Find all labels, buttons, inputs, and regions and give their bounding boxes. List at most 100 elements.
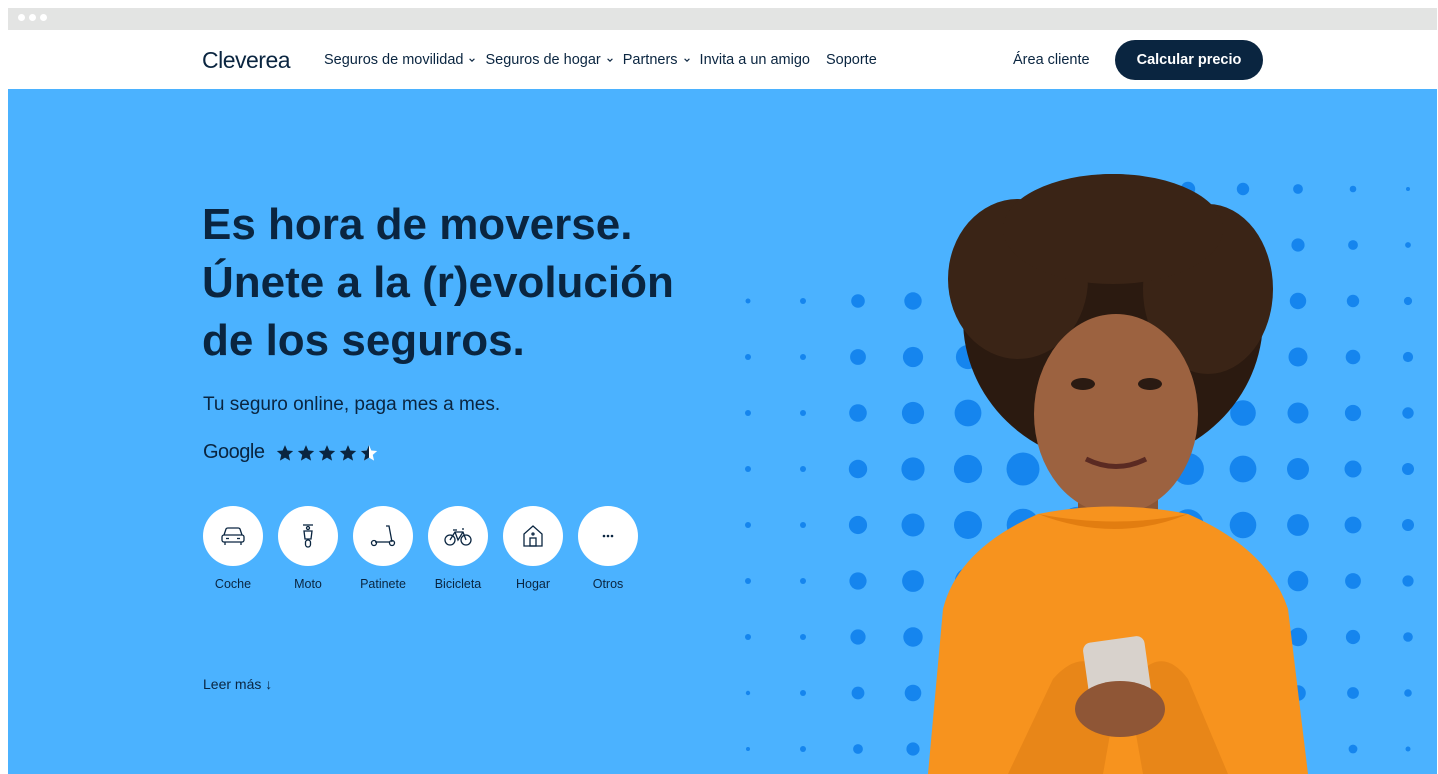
category-hogar[interactable]: Hogar: [503, 506, 563, 591]
pattern-dot: [851, 686, 865, 700]
google-rating: Google: [203, 441, 379, 464]
bicycle-icon: [444, 528, 472, 546]
category-circle[interactable]: [578, 506, 638, 566]
category-patinete[interactable]: Patinete: [353, 506, 413, 591]
menu-label: Soporte: [825, 52, 877, 68]
main-menu: Seguros de movilidad Seguros de hogar Pa…: [324, 52, 893, 68]
star-icon: [276, 444, 293, 461]
pattern-dot: [800, 690, 806, 696]
pattern-dot: [850, 629, 866, 645]
rating-stars: [275, 443, 379, 463]
category-circle[interactable]: [203, 506, 263, 566]
star-icon: [297, 444, 314, 461]
pattern-dot: [850, 349, 866, 365]
category-bicicleta[interactable]: Bicicleta: [428, 506, 488, 591]
category-label: Bicicleta: [434, 577, 482, 591]
category-label: Patinete: [360, 577, 406, 591]
category-label: Hogar: [515, 577, 551, 591]
window-controls: [18, 14, 47, 21]
pattern-dot: [1345, 629, 1361, 645]
category-circle[interactable]: [278, 506, 338, 566]
car-icon: [221, 527, 245, 545]
pattern-dot: [848, 459, 868, 479]
pattern-dot: [745, 410, 751, 416]
pattern-dot: [1402, 575, 1414, 587]
browser-frame: Cleverea Seguros de movilidad Seguros de…: [8, 8, 1437, 774]
google-label: Google: [203, 441, 265, 463]
chevron-down-icon: [606, 58, 613, 62]
pattern-dot: [1348, 744, 1358, 754]
hero-section: Es hora de moverse. Únete a la (r)evoluc…: [8, 89, 1437, 774]
pattern-dot: [1346, 294, 1360, 308]
pattern-dot: [745, 522, 751, 528]
pattern-dot: [745, 690, 751, 696]
menu-label: Invita a un amigo: [699, 52, 810, 68]
pattern-dot: [1345, 573, 1361, 589]
pattern-dot: [800, 354, 806, 360]
pattern-dot: [1402, 463, 1414, 475]
menu-label: Seguros de hogar: [485, 52, 601, 68]
category-circle[interactable]: [503, 506, 563, 566]
pattern-dot: [1402, 519, 1414, 531]
more-dots-icon: [602, 534, 614, 538]
category-coche[interactable]: Coche: [203, 506, 263, 591]
pattern-dot: [1348, 240, 1358, 250]
pattern-dot: [745, 634, 751, 640]
scooter-icon: [303, 524, 313, 548]
chevron-down-icon: [469, 58, 476, 62]
pattern-dot: [1403, 296, 1413, 306]
category-moto[interactable]: Moto: [278, 506, 338, 591]
pattern-dot: [1344, 516, 1362, 534]
insurance-categories: Coche Moto Patinete Bicicleta Hogar Otro…: [203, 506, 638, 591]
woman-with-phone-photo: [928, 174, 1308, 774]
menu-seguros-movilidad[interactable]: Seguros de movilidad: [324, 52, 476, 68]
star-icon: [318, 444, 335, 461]
calculate-price-button[interactable]: Calcular precio: [1115, 40, 1263, 80]
pattern-dot: [1405, 746, 1411, 752]
menu-seguros-hogar[interactable]: Seguros de hogar: [485, 52, 613, 68]
category-label: Coche: [214, 577, 252, 591]
pattern-dot: [800, 298, 806, 304]
pattern-dot: [800, 410, 806, 416]
pattern-dot: [849, 572, 867, 590]
menu-soporte[interactable]: Soporte: [826, 52, 877, 68]
client-area-link[interactable]: Área cliente: [1013, 52, 1090, 68]
pattern-dot: [1349, 185, 1357, 193]
pattern-dot: [800, 634, 806, 640]
headline-line: de los seguros.: [202, 316, 525, 365]
top-navigation: Cleverea Seguros de movilidad Seguros de…: [8, 30, 1437, 89]
pattern-dot: [1406, 187, 1410, 191]
category-otros[interactable]: Otros: [578, 506, 638, 591]
menu-partners[interactable]: Partners: [623, 52, 691, 68]
pattern-dot: [848, 515, 868, 535]
pattern-dot: [800, 522, 806, 528]
cleverea-logo[interactable]: Cleverea: [202, 47, 291, 74]
hero-subtitle: Tu seguro online, paga mes a mes.: [203, 394, 501, 415]
kick-scooter-icon: [370, 525, 396, 547]
pattern-dot: [1405, 242, 1411, 248]
menu-invita-amigo[interactable]: Invita a un amigo: [700, 52, 810, 68]
headline-line: Es hora de moverse.: [202, 200, 633, 249]
pattern-dot: [1344, 404, 1362, 422]
house-icon: [523, 525, 543, 547]
pattern-dot: [1402, 407, 1414, 419]
category-circle[interactable]: [428, 506, 488, 566]
menu-label: Seguros de movilidad: [324, 52, 464, 68]
pattern-dot: [853, 744, 863, 754]
headline-line: Únete a la (r)evolución: [202, 258, 674, 307]
pattern-dot: [800, 746, 806, 752]
hero-headline: Es hora de moverse. Únete a la (r)evoluc…: [202, 196, 762, 370]
pattern-dot: [745, 578, 751, 584]
window-chrome: [8, 8, 1437, 30]
category-label: Otros: [592, 577, 624, 591]
category-circle[interactable]: [353, 506, 413, 566]
chevron-down-icon: [683, 58, 690, 62]
read-more-link[interactable]: Leer más ↓: [203, 676, 272, 692]
pattern-dot: [1345, 349, 1361, 365]
pattern-dot: [800, 578, 806, 584]
half-star-icon: [360, 444, 377, 461]
pattern-dot: [746, 747, 750, 751]
category-label: Moto: [294, 577, 322, 591]
pattern-dot: [800, 466, 806, 472]
pattern-dot: [1344, 460, 1362, 478]
